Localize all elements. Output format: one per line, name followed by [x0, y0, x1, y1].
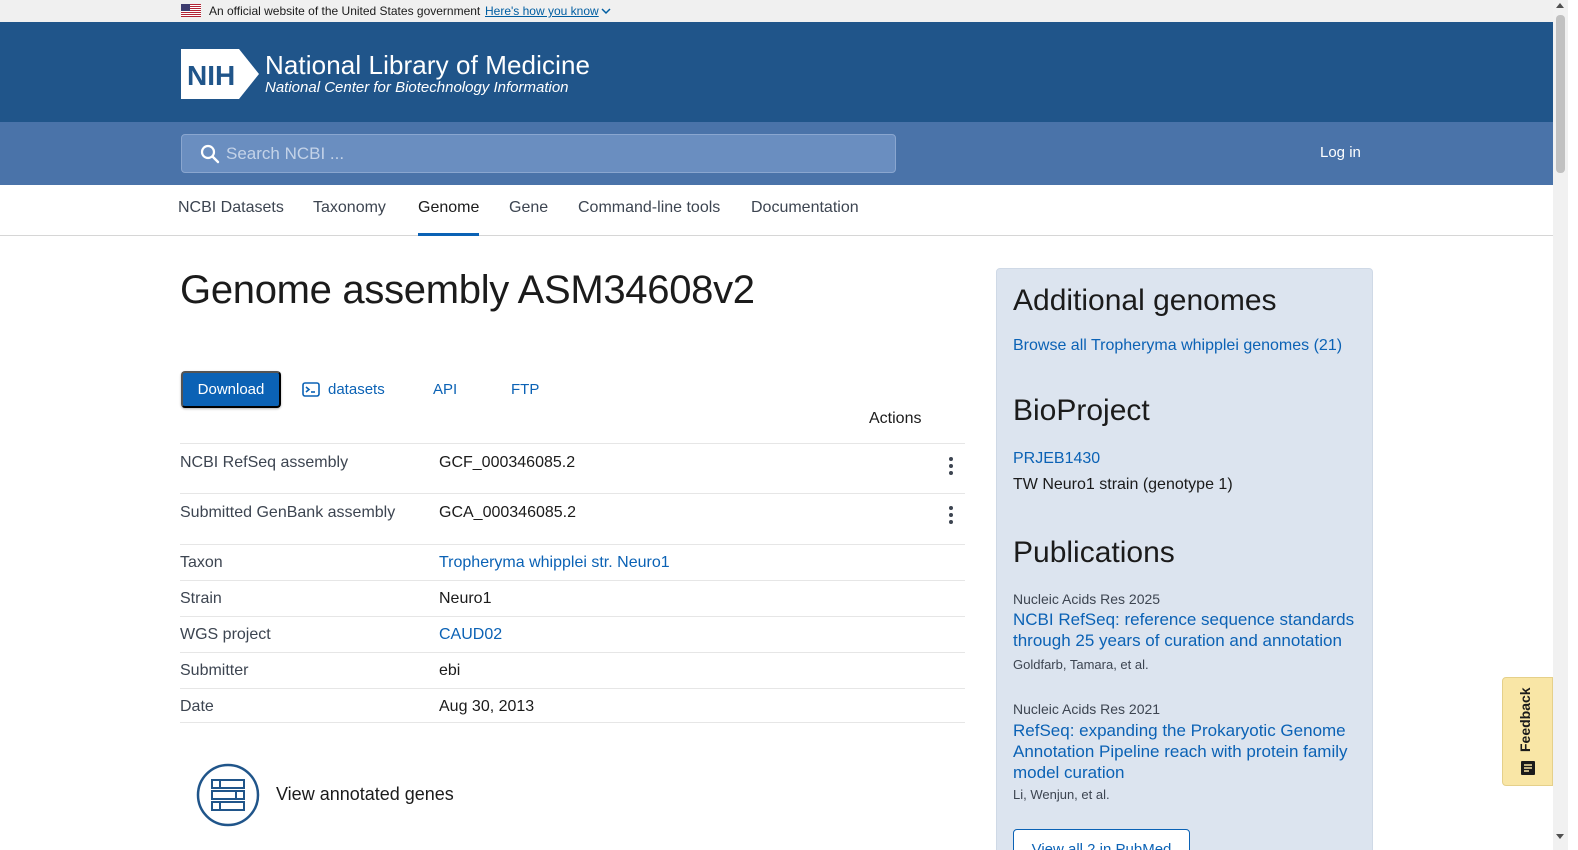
scroll-up-arrow-icon[interactable] [1556, 3, 1564, 8]
feedback-icon [1521, 761, 1535, 775]
row-label: Submitted GenBank assembly [180, 504, 396, 521]
login-link[interactable]: Log in [1320, 144, 1361, 161]
additional-genomes-heading: Additional genomes [1013, 284, 1277, 317]
row-label: Date [180, 698, 214, 715]
table-row: NCBI RefSeq assembly GCF_000346085.2 [180, 443, 965, 493]
table-row: Taxon Tropheryma whipplei str. Neuro1 [180, 544, 965, 580]
nav-tabs: NCBI Datasets Taxonomy Genome Gene Comma… [0, 185, 1553, 236]
sidebar: Additional genomes Browse all Tropheryma… [996, 268, 1373, 850]
datasets-link[interactable]: datasets [302, 381, 385, 398]
publication-authors: Li, Wenjun, et al. [1013, 787, 1110, 802]
bioproject-link[interactable]: PRJEB1430 [1013, 450, 1100, 468]
publication-title-link[interactable]: RefSeq: expanding the Prokaryotic Genome… [1013, 720, 1363, 783]
publication-authors: Goldfarb, Tamara, et al. [1013, 657, 1149, 672]
publication-journal: Nucleic Acids Res 2021 [1013, 701, 1161, 717]
view-all-pubmed-button[interactable]: View all 2 in PubMed [1013, 829, 1190, 850]
bioproject-heading: BioProject [1013, 394, 1150, 427]
datasets-label: datasets [328, 381, 385, 398]
scroll-down-arrow-icon[interactable] [1556, 834, 1564, 839]
kebab-menu-icon[interactable] [948, 456, 954, 476]
row-value: GCA_000346085.2 [439, 504, 576, 521]
row-label: NCBI RefSeq assembly [180, 454, 349, 471]
tab-command-line-tools[interactable]: Command-line tools [578, 199, 720, 236]
page-title: Genome assembly ASM34608v2 [180, 268, 755, 312]
ftp-link[interactable]: FTP [511, 381, 539, 398]
heres-how-you-know-link[interactable]: Here's how you know [485, 4, 611, 18]
api-link[interactable]: API [433, 381, 457, 398]
publications-heading: Publications [1013, 536, 1175, 569]
table-row: Date Aug 30, 2013 [180, 688, 965, 722]
tab-genome[interactable]: Genome [418, 199, 480, 236]
wgs-project-link[interactable]: CAUD02 [439, 626, 502, 644]
row-label: Strain [180, 590, 222, 607]
taxon-link[interactable]: Tropheryma whipplei str. Neuro1 [439, 554, 670, 572]
table-row: Submitter ebi [180, 652, 965, 688]
tab-taxonomy[interactable]: Taxonomy [313, 199, 386, 236]
table-row: Submitted GenBank assembly GCA_000346085… [180, 493, 965, 544]
download-button[interactable]: Download [181, 371, 281, 408]
chevron-down-icon [601, 8, 611, 15]
tab-ncbi-datasets[interactable]: NCBI Datasets [178, 199, 284, 236]
site-header: NIH National Library of Medicine Nationa… [0, 22, 1553, 122]
table-row: WGS project CAUD02 [180, 616, 965, 652]
view-annotated-genes-link[interactable]: View annotated genes [276, 784, 454, 805]
row-value: Neuro1 [439, 590, 492, 607]
row-value: GCF_000346085.2 [439, 454, 576, 471]
table-bottom-divider [180, 722, 965, 723]
row-label: WGS project [180, 626, 271, 643]
publication-title-link[interactable]: NCBI RefSeq: reference sequence standard… [1013, 609, 1363, 651]
annotated-genes-icon[interactable] [196, 763, 260, 827]
table-row: Strain Neuro1 [180, 580, 965, 616]
search-icon [200, 144, 220, 164]
nlm-title[interactable]: National Library of Medicine [265, 50, 590, 81]
search-box[interactable] [181, 134, 896, 173]
actions-column-header: Actions [869, 410, 922, 427]
page-scrollbar[interactable] [1553, 0, 1568, 850]
row-value: Aug 30, 2013 [439, 698, 535, 715]
heres-how-you-know-label: Here's how you know [485, 4, 599, 18]
row-label: Submitter [180, 662, 249, 679]
feedback-label: Feedback [1517, 687, 1533, 752]
gov-banner: An official website of the United States… [0, 0, 1553, 22]
row-label: Taxon [180, 554, 223, 571]
browse-genomes-link[interactable]: Browse all Tropheryma whipplei genomes (… [1013, 337, 1342, 355]
ncbi-subtitle: National Center for Biotechnology Inform… [265, 79, 569, 96]
us-flag-icon [181, 4, 201, 17]
bioproject-description: TW Neuro1 strain (genotype 1) [1013, 476, 1233, 493]
gov-banner-text: An official website of the United States… [209, 4, 481, 18]
tab-gene[interactable]: Gene [509, 199, 548, 236]
search-bar: Log in [0, 122, 1553, 185]
search-input[interactable] [226, 135, 886, 172]
tab-documentation[interactable]: Documentation [751, 199, 859, 236]
kebab-menu-icon[interactable] [948, 505, 954, 525]
publication-journal: Nucleic Acids Res 2025 [1013, 591, 1161, 607]
row-value: ebi [439, 662, 461, 679]
nih-logo-text: NIH [187, 60, 235, 91]
nih-logo[interactable]: NIH [181, 49, 259, 99]
terminal-icon [302, 382, 320, 397]
scrollbar-thumb[interactable] [1556, 15, 1565, 173]
feedback-tab[interactable]: Feedback [1502, 677, 1553, 786]
